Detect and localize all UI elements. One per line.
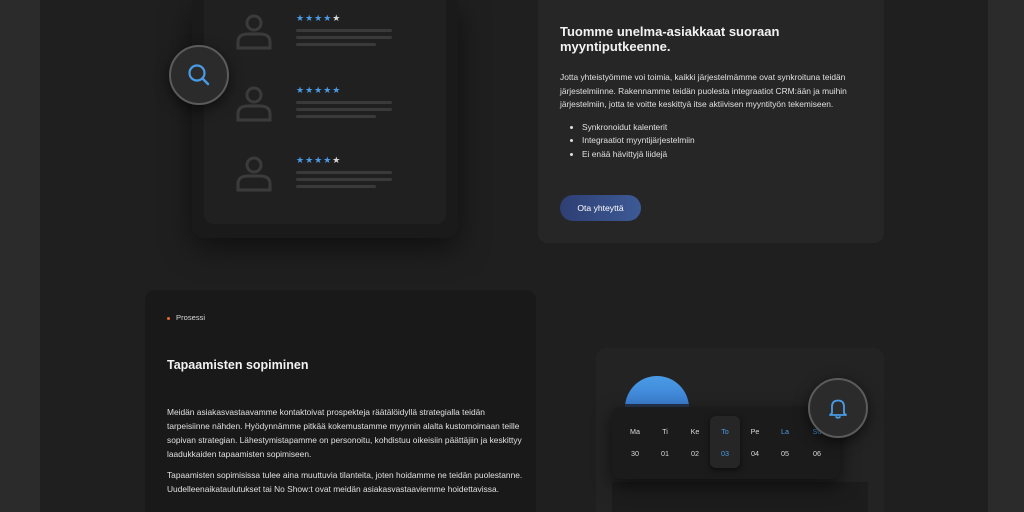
crm-description: Jotta yhteistyömme voi toimia, kaikki jä… xyxy=(560,72,847,110)
search-icon xyxy=(188,64,210,86)
user-icon xyxy=(236,156,272,192)
text-placeholder xyxy=(296,29,392,32)
rating-stars: ★★★★★ xyxy=(296,155,342,165)
list-item: Integraatiot myyntijärjestelmiin xyxy=(582,134,695,147)
weekday-label: Ma xyxy=(630,427,640,436)
text-placeholder xyxy=(296,185,376,188)
bell-icon xyxy=(829,399,847,419)
process-card: Prosessi Tapaamisten sopiminen Meidän as… xyxy=(145,290,536,512)
review-item: ★★★★★ xyxy=(228,154,428,198)
list-item: Ei enää hävittyjä liidejä xyxy=(582,148,695,161)
date-label: 04 xyxy=(751,449,759,458)
reviews-screen: ★★★★★ ★★★★★ ★★★★★ xyxy=(204,0,446,224)
text-placeholder xyxy=(296,36,392,39)
contact-button[interactable]: Ota yhteyttä xyxy=(560,195,641,221)
date-label: 30 xyxy=(631,449,639,458)
week-calendar: Ma Ti Ke To Pe La Su 30 01 02 03 04 05 0… xyxy=(612,407,840,479)
review-item: ★★★★★ xyxy=(228,84,428,128)
tag-dot xyxy=(167,316,170,320)
weekday-label: La xyxy=(781,427,789,436)
section-tag-label: Prosessi xyxy=(176,313,206,322)
text-placeholder xyxy=(296,115,376,118)
weekday-label: Ti xyxy=(662,427,668,436)
section-tag: Prosessi xyxy=(167,313,205,322)
crm-title: Tuomme unelma-asiakkaat suoraan myyntipu… xyxy=(560,24,780,54)
text-placeholder xyxy=(296,43,376,46)
user-icon xyxy=(236,86,272,122)
page-gutter-left xyxy=(0,0,40,512)
reviews-mockup: ★★★★★ ★★★★★ ★★★★★ xyxy=(192,0,458,238)
weekday-label: Pe xyxy=(750,427,760,436)
text-placeholder xyxy=(296,101,392,104)
text-placeholder xyxy=(296,108,392,111)
page-gutter-right xyxy=(988,0,1024,512)
list-item: Synkronoidut kalenterit xyxy=(582,121,695,134)
process-title: Tapaamisten sopiminen xyxy=(167,358,309,372)
review-item: ★★★★★ xyxy=(228,12,428,56)
notification-badge xyxy=(808,378,868,438)
date-label: 03 xyxy=(721,449,729,458)
date-label: 06 xyxy=(813,449,821,458)
crm-integration-card: Tuomme unelma-asiakkaat suoraan myyntipu… xyxy=(538,0,884,243)
text-placeholder xyxy=(296,171,392,174)
text-placeholder xyxy=(296,178,392,181)
process-paragraph-2: Tapaamisten sopimisissa tulee aina muutt… xyxy=(167,470,523,494)
search-icon-badge xyxy=(169,45,229,105)
selected-day-highlight xyxy=(710,416,740,468)
date-label: 01 xyxy=(661,449,669,458)
rating-stars: ★★★★★ xyxy=(296,85,342,95)
process-paragraph-1: Meidän asiakasvastaavamme kontaktoivat p… xyxy=(167,407,522,459)
user-icon xyxy=(236,14,272,50)
rating-stars: ★★★★★ xyxy=(296,13,342,23)
date-label: 02 xyxy=(691,449,699,458)
crm-feature-list: Synkronoidut kalenterit Integraatiot myy… xyxy=(560,121,695,161)
date-label: 05 xyxy=(781,449,789,458)
weekday-label: Ke xyxy=(690,427,700,436)
calendar-backdrop xyxy=(612,482,868,512)
weekday-label: To xyxy=(721,427,729,436)
